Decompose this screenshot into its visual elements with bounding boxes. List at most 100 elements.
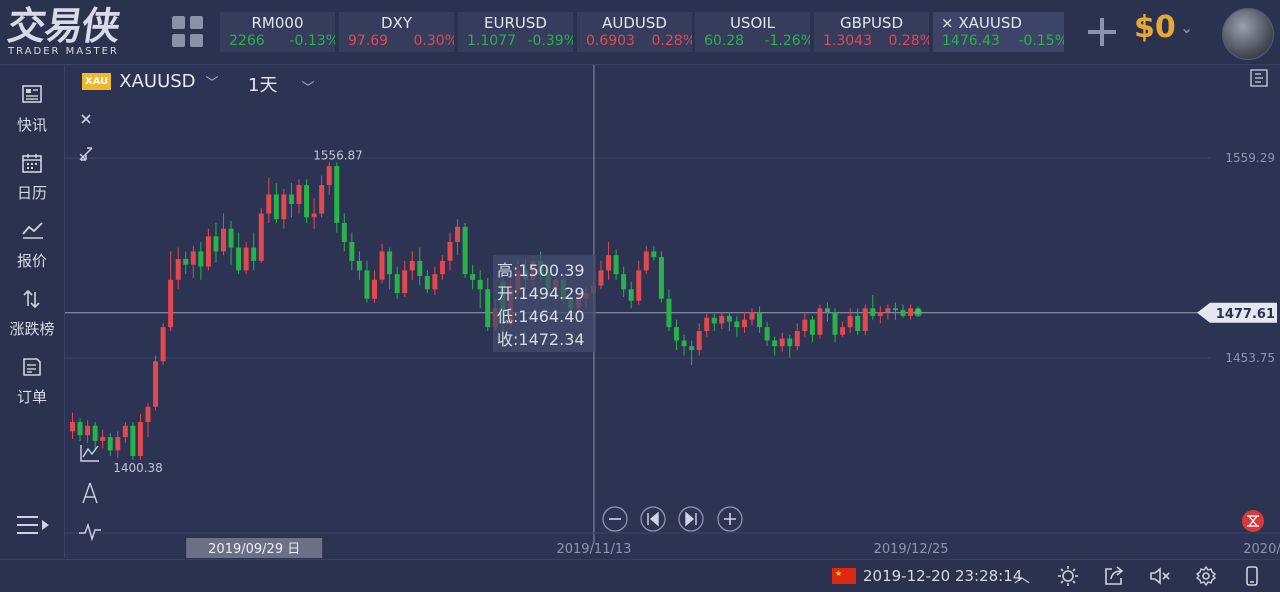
gear-icon[interactable] — [1196, 566, 1216, 586]
ticker-change: -0.39% — [527, 33, 573, 49]
ticker-change: 0.28% — [651, 33, 692, 49]
candle — [606, 255, 612, 271]
candle — [175, 258, 181, 280]
candle — [130, 425, 136, 457]
ticker-price: 2266 — [229, 33, 265, 49]
candle — [485, 289, 491, 328]
candle — [802, 319, 808, 331]
brightness-icon[interactable] — [1058, 566, 1078, 586]
candle — [477, 279, 483, 290]
candle — [409, 260, 415, 271]
close-icon[interactable]: × — [941, 14, 954, 32]
candle — [160, 327, 166, 362]
candle — [77, 421, 83, 436]
sidebar-item-label: 涨跌榜 — [9, 320, 55, 338]
candle — [462, 226, 468, 275]
candle — [772, 340, 778, 347]
sidebar-item-label: 日历 — [16, 184, 47, 202]
top-bar: 交易侠 TRADER MASTER RM000 2266 -0.13% DXY 97.6… — [0, 0, 1280, 65]
logo-text: 交易侠 — [4, 4, 123, 48]
ticker-rm000[interactable]: RM000 2266 -0.13% — [220, 12, 335, 52]
tooltip-open: 开:1494.29 — [497, 284, 585, 303]
layout-icon[interactable] — [1250, 69, 1268, 87]
mute-icon[interactable] — [1150, 566, 1170, 586]
candle — [651, 251, 657, 258]
candlestick-chart[interactable]: 1559.29 1453.75 1477.61 1556.87 1400.38 2019/… — [65, 65, 1280, 558]
candle — [749, 312, 755, 320]
indicator-icon[interactable] — [80, 445, 99, 462]
ticker-eurusd[interactable]: EURUSD 1.1077 -0.39% — [458, 12, 573, 52]
close-icon[interactable] — [81, 114, 91, 124]
ticker-symbol: EURUSD — [484, 14, 547, 32]
ticker-gbpusd[interactable]: GBPUSD 1.3043 0.28% — [814, 12, 929, 52]
sidebar-item-news[interactable]: 快讯 — [0, 71, 64, 134]
candle — [115, 437, 121, 451]
chevron-up-icon[interactable]: ︿ — [1014, 563, 1030, 587]
sidebar-item-quotes[interactable]: 报价 — [0, 207, 64, 270]
ticker-symbol: AUDUSD — [602, 14, 667, 32]
candle — [764, 327, 770, 341]
ticker-dxy[interactable]: DXY 97.69 0.30% — [339, 12, 454, 52]
candle — [726, 315, 732, 322]
candle — [273, 194, 279, 220]
candle — [840, 327, 846, 335]
pulse-icon[interactable] — [79, 522, 101, 542]
chart-panel[interactable]: XAU XAUUSD ﹀ 1天 ﹀ 1559.29 1453.75 1477.61 1556… — [65, 65, 1280, 558]
last-price-glow — [914, 308, 923, 317]
sidebar-item-orders[interactable]: 订单 — [0, 343, 64, 406]
candle — [832, 312, 838, 335]
ticker-usoil[interactable]: USOIL 60.28 -1.26% — [695, 12, 810, 52]
share-icon[interactable] — [1104, 566, 1124, 586]
candle — [870, 308, 876, 316]
candle — [900, 310, 906, 316]
candle — [364, 270, 370, 299]
menu-icon[interactable] — [16, 515, 50, 535]
account-balance[interactable]: $0 — [1134, 10, 1176, 45]
ticker-price: 1.3043 — [823, 33, 872, 49]
x-axis-label: 2019/12/25 — [874, 542, 949, 557]
drawing-tool-icon[interactable] — [82, 482, 98, 504]
ticker-audusd[interactable]: AUDUSD 0.6903 0.28% — [577, 12, 692, 52]
candle — [696, 330, 702, 350]
sidebar-item-calendar[interactable]: 日历 — [0, 139, 64, 202]
candle — [417, 260, 423, 277]
candle — [122, 425, 128, 438]
candle — [613, 255, 619, 275]
sidebar-item-label: 快讯 — [16, 116, 47, 134]
candle — [704, 317, 710, 331]
sidebar-item-label: 订单 — [16, 388, 47, 406]
add-ticker-icon[interactable] — [1086, 16, 1118, 48]
candle — [892, 308, 898, 311]
candle — [402, 270, 408, 294]
ohlc-tooltip: 高:1500.39 开:1494.29 低:1464.40 收:1472.34 — [493, 255, 596, 352]
candle — [183, 258, 189, 265]
x-axis-label: 2020/ — [1243, 542, 1280, 557]
candle — [432, 274, 438, 290]
candle — [447, 241, 453, 261]
app-logo[interactable]: 交易侠 TRADER MASTER — [4, 4, 158, 62]
candle — [205, 236, 211, 267]
candle — [636, 270, 642, 301]
candle — [674, 327, 679, 341]
candle — [349, 241, 355, 261]
grid-icon[interactable] — [172, 16, 204, 48]
candle — [379, 251, 385, 280]
china-flag-icon: ★ — [832, 568, 856, 584]
candle — [372, 279, 377, 299]
avatar[interactable] — [1222, 8, 1274, 60]
candle — [387, 251, 393, 275]
sidebar-item-ranking[interactable]: 涨跌榜 — [0, 275, 64, 338]
candle — [885, 308, 891, 313]
sidebar-item-label: 报价 — [16, 252, 47, 270]
candle — [681, 340, 687, 347]
tooltip-close: 收:1472.34 — [497, 330, 585, 349]
mobile-icon[interactable] — [1242, 566, 1262, 586]
candle — [213, 236, 219, 252]
candle — [862, 308, 868, 331]
chevron-down-icon[interactable]: ⌄ — [1180, 18, 1193, 37]
tooltip-high: 高:1500.39 — [497, 261, 585, 280]
ticker-xauusd[interactable]: × XAUUSD 1476.43 -0.15% — [933, 12, 1064, 52]
candle — [855, 315, 861, 331]
candle — [643, 251, 649, 271]
candle — [100, 437, 106, 441]
